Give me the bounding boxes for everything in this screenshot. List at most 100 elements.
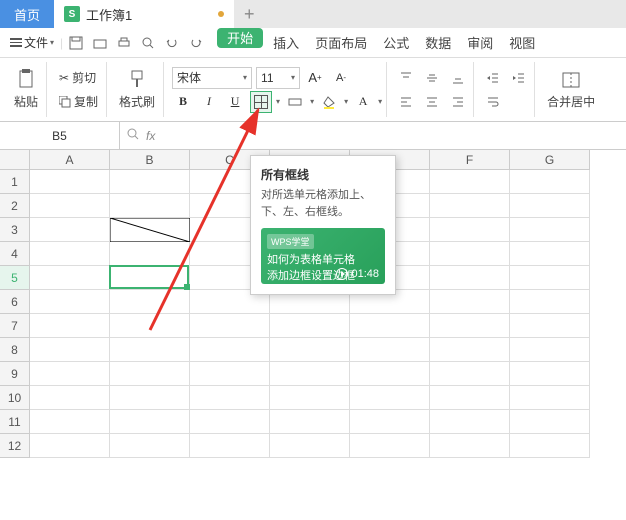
col-header[interactable]: B (110, 150, 190, 170)
cell[interactable] (30, 194, 110, 218)
font-name-select[interactable]: 宋体 ▾ (172, 67, 252, 89)
cell[interactable] (30, 434, 110, 458)
decrease-indent-button[interactable] (482, 67, 504, 89)
cell[interactable] (110, 170, 190, 194)
cell[interactable] (510, 338, 590, 362)
cell[interactable] (510, 194, 590, 218)
chevron-down-icon[interactable]: ▾ (310, 97, 314, 106)
font-color-button[interactable]: A (352, 91, 374, 113)
cell[interactable] (110, 434, 190, 458)
cell[interactable] (110, 314, 190, 338)
tab-workbook[interactable]: S 工作簿1 (54, 0, 234, 28)
tab-data[interactable]: 数据 (417, 28, 459, 58)
cell[interactable] (110, 194, 190, 218)
col-header[interactable]: G (510, 150, 590, 170)
cell[interactable] (350, 362, 430, 386)
cell[interactable] (430, 362, 510, 386)
preview-icon[interactable] (137, 32, 159, 54)
cell[interactable] (510, 362, 590, 386)
cell[interactable] (30, 290, 110, 314)
chevron-down-icon[interactable]: ▾ (344, 97, 348, 106)
undo-icon[interactable] (161, 32, 183, 54)
cell[interactable] (190, 338, 270, 362)
tooltip-video-card[interactable]: WPS学堂 如何为表格单元格 添加边框设置边框 01:48 (261, 228, 385, 284)
bold-button[interactable]: B (172, 91, 194, 113)
cell[interactable] (30, 314, 110, 338)
cell[interactable] (350, 338, 430, 362)
add-tab-button[interactable]: + (234, 0, 264, 28)
cell[interactable] (430, 410, 510, 434)
tab-home[interactable]: 首页 (0, 0, 54, 28)
increase-indent-button[interactable] (508, 67, 530, 89)
cell[interactable] (430, 290, 510, 314)
name-box[interactable]: B5 (0, 122, 120, 150)
search-icon[interactable] (126, 127, 140, 144)
tab-view[interactable]: 视图 (501, 28, 543, 58)
underline-button[interactable]: U (224, 91, 246, 113)
save-icon[interactable] (65, 32, 87, 54)
cut-button[interactable]: ✂ 剪切 (55, 67, 102, 89)
cell[interactable] (430, 194, 510, 218)
cell[interactable] (30, 410, 110, 434)
cell[interactable] (190, 314, 270, 338)
cell[interactable] (270, 362, 350, 386)
borders-button[interactable] (250, 91, 272, 113)
cell[interactable] (430, 242, 510, 266)
cell[interactable] (430, 386, 510, 410)
file-menu[interactable]: 文件 ▾ (6, 34, 58, 51)
fx-icon[interactable]: fx (146, 129, 155, 143)
cell[interactable] (190, 386, 270, 410)
copy-button[interactable]: 复制 (55, 91, 102, 113)
paste-button[interactable]: 粘贴 (10, 66, 42, 114)
cell[interactable] (190, 410, 270, 434)
cell[interactable] (110, 386, 190, 410)
font-size-select[interactable]: 11 ▾ (256, 67, 300, 89)
cell[interactable] (190, 362, 270, 386)
redo-icon[interactable] (185, 32, 207, 54)
cell[interactable] (430, 218, 510, 242)
align-right-button[interactable] (447, 91, 469, 113)
cell[interactable] (510, 314, 590, 338)
cell[interactable] (510, 434, 590, 458)
cell[interactable] (110, 338, 190, 362)
cell[interactable] (430, 170, 510, 194)
cell[interactable] (510, 218, 590, 242)
cell[interactable] (350, 314, 430, 338)
row-header[interactable]: 11 (0, 410, 30, 434)
cell[interactable] (110, 242, 190, 266)
cell[interactable] (510, 386, 590, 410)
row-header[interactable]: 5 (0, 266, 30, 290)
chevron-down-icon[interactable]: ▾ (378, 97, 382, 106)
row-header[interactable]: 7 (0, 314, 30, 338)
row-header[interactable]: 2 (0, 194, 30, 218)
italic-button[interactable]: I (198, 91, 220, 113)
col-header[interactable]: F (430, 150, 510, 170)
row-header[interactable]: 12 (0, 434, 30, 458)
row-header[interactable]: 6 (0, 290, 30, 314)
chevron-down-icon[interactable]: ▾ (276, 97, 280, 106)
tab-start[interactable]: 开始 (217, 28, 263, 48)
wrap-text-button[interactable] (482, 91, 504, 113)
cell[interactable] (30, 362, 110, 386)
row-header[interactable]: 8 (0, 338, 30, 362)
cell[interactable] (510, 410, 590, 434)
cell[interactable] (510, 170, 590, 194)
cell[interactable] (110, 410, 190, 434)
cell[interactable] (30, 242, 110, 266)
cell[interactable] (510, 266, 590, 290)
align-middle-button[interactable] (421, 67, 443, 89)
row-header[interactable]: 4 (0, 242, 30, 266)
cell[interactable] (270, 386, 350, 410)
row-header[interactable]: 9 (0, 362, 30, 386)
cell[interactable] (30, 338, 110, 362)
cell[interactable] (510, 242, 590, 266)
increase-font-button[interactable]: A+ (304, 67, 326, 89)
cell[interactable] (30, 170, 110, 194)
merge-icon-button[interactable] (284, 91, 306, 113)
tab-review[interactable]: 审阅 (459, 28, 501, 58)
cell[interactable] (270, 410, 350, 434)
print-icon[interactable] (113, 32, 135, 54)
cell[interactable] (30, 266, 110, 290)
cell[interactable] (30, 386, 110, 410)
align-bottom-button[interactable] (447, 67, 469, 89)
